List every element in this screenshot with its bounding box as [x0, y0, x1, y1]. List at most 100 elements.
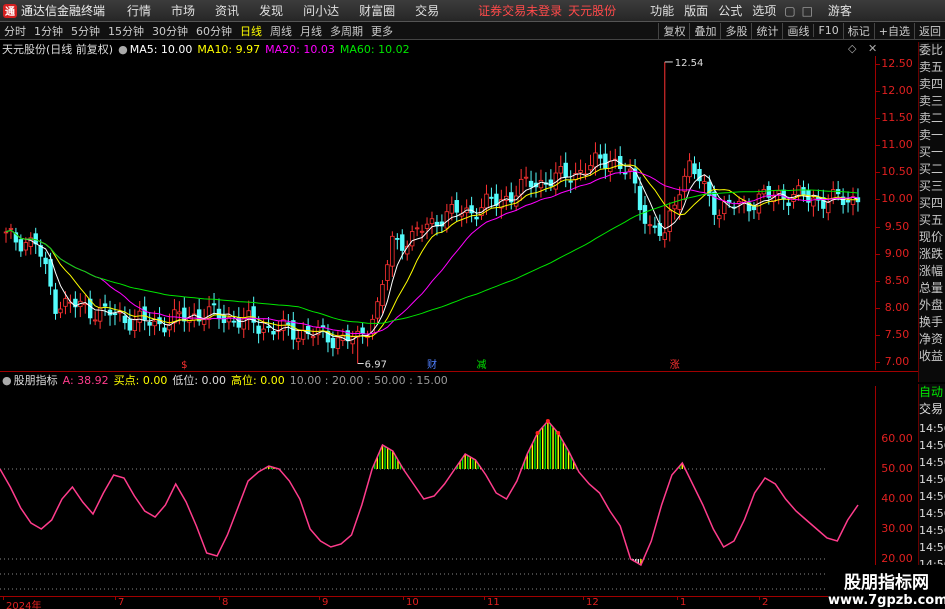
watermark-url: www.7gpzb.com	[828, 593, 945, 608]
candle-body	[390, 235, 395, 267]
candle-body	[63, 298, 68, 307]
login-warning[interactable]: 证券交易未登录	[475, 2, 565, 19]
back-button[interactable]: 返回	[914, 22, 945, 39]
tongji-button[interactable]: 统计	[751, 22, 782, 39]
candle-body	[642, 205, 648, 224]
auto-label[interactable]: 自动	[919, 384, 945, 401]
price-tick-label: 7.00	[884, 354, 910, 368]
price-tick	[876, 280, 880, 282]
quote-field-label: 买三	[919, 179, 944, 193]
period-multi[interactable]: 多周期	[326, 23, 367, 39]
candle-body	[424, 223, 430, 229]
x-axis-label: 9	[322, 597, 329, 608]
duogu-button[interactable]: 多股	[720, 22, 751, 39]
restore-icon[interactable]: □	[799, 4, 816, 18]
low-annotation: 6.97	[365, 360, 387, 370]
add-favorite-button[interactable]: +自选	[873, 22, 914, 39]
price-tick-label: 12.00	[881, 84, 913, 98]
diejia-button[interactable]: 叠加	[689, 22, 720, 39]
price-tick	[876, 91, 880, 93]
menu-wenxiaoda[interactable]: 问小达	[293, 2, 349, 19]
period-toolbar: 分时 1分钟 5分钟 15分钟 30分钟 60分钟 日线 周线 月线 多周期 更…	[0, 22, 945, 40]
period-15min[interactable]: 15分钟	[104, 23, 148, 39]
period-fenshi[interactable]: 分时	[0, 23, 30, 39]
period-monthly[interactable]: 月线	[296, 23, 326, 39]
f10-button[interactable]: F10	[813, 24, 842, 37]
settings-dot-icon[interactable]: ●	[118, 43, 128, 56]
menu-hangqing[interactable]: 行情	[117, 2, 161, 19]
period-5min[interactable]: 5分钟	[67, 23, 104, 39]
candle-body	[786, 202, 791, 206]
price-tick-label: 10.00	[881, 192, 913, 206]
quote-field-label: 委比	[919, 43, 944, 57]
huaxian-button[interactable]: 画线	[782, 22, 813, 39]
x-axis-tick	[319, 596, 320, 600]
candle-body	[712, 191, 717, 215]
price-tick	[876, 226, 880, 228]
menu-xuanxiang[interactable]: 选项	[747, 2, 781, 19]
period-daily[interactable]: 日线	[236, 23, 266, 39]
candle-body	[360, 327, 365, 334]
candle-body	[751, 206, 757, 211]
guest-user[interactable]: 游客	[824, 2, 856, 19]
period-more[interactable]: 更多	[367, 23, 397, 39]
candle-body	[335, 337, 341, 349]
chart-close-icon[interactable]: ✕	[868, 42, 877, 55]
menu-shichang[interactable]: 市场	[161, 2, 205, 19]
menu-jiaoyi[interactable]: 交易	[405, 2, 449, 19]
auto-trade-panel: 自动 交易	[918, 384, 945, 420]
indicator-chart	[0, 419, 859, 590]
fuquan-button[interactable]: 复权	[658, 22, 689, 39]
indicator-a-value: A: 38.92	[62, 373, 109, 387]
candle-body	[211, 303, 217, 306]
trade-label[interactable]: 交易	[919, 401, 945, 418]
period-1min[interactable]: 1分钟	[30, 23, 67, 39]
ma20-label: MA20: 10.03	[265, 42, 335, 56]
chart-settings-icon[interactable]: ◇	[848, 42, 856, 55]
candles	[3, 61, 861, 364]
quote-field-label: 涨跌	[919, 247, 944, 261]
quote-field-label: 卖五	[919, 60, 944, 74]
ma5-label: MA5: 10.00	[129, 42, 193, 56]
price-tick-label: 11.50	[881, 111, 913, 125]
x-axis-label: 2024年	[6, 601, 42, 609]
quote-field-label: 外盘	[919, 298, 944, 312]
indicator-settings-icon[interactable]: ●	[2, 374, 12, 387]
menu-zixun[interactable]: 资讯	[205, 2, 249, 19]
candle-body	[588, 165, 593, 171]
indicator-name: 股朋指标	[13, 374, 58, 387]
candle-body	[513, 195, 519, 207]
x-axis-label: 8	[222, 597, 229, 608]
period-weekly[interactable]: 周线	[266, 23, 296, 39]
indicator-line	[0, 419, 859, 567]
price-tick-label: 8.50	[884, 273, 910, 287]
high-annotation: 12.54	[675, 58, 704, 69]
price-tick-label: 9.00	[884, 246, 910, 260]
candle-body	[652, 225, 658, 228]
ma5-line	[5, 159, 859, 342]
candle-body	[142, 306, 147, 320]
candle-body	[266, 326, 271, 328]
x-axis-tick	[3, 596, 4, 600]
menu-gongshi[interactable]: 公式	[713, 2, 747, 19]
menu-banmian[interactable]: 版面	[679, 2, 713, 19]
candle-body	[400, 234, 405, 251]
candle-body	[627, 168, 633, 172]
indicator-peak-dot	[545, 419, 550, 423]
menu-caifuquan[interactable]: 财富圈	[349, 2, 405, 19]
period-30min[interactable]: 30分钟	[148, 23, 192, 39]
biaoji-button[interactable]: 标记	[842, 22, 874, 39]
minimize-icon[interactable]: ▢	[781, 4, 798, 18]
period-60min[interactable]: 60分钟	[192, 23, 236, 39]
price-tick-label: 8.00	[884, 300, 910, 314]
price-tick-label: 11.00	[881, 138, 913, 152]
menu-faxian[interactable]: 发现	[249, 2, 293, 19]
candle-body	[330, 337, 336, 349]
quote-field-label: 现价	[919, 230, 944, 244]
indicator-high-value: 高位: 0.00	[231, 374, 285, 387]
candle-body	[385, 264, 390, 281]
candle-body	[603, 153, 608, 169]
candlestick-chart: 12.54 6.97 $ 财 减 涨	[3, 58, 861, 370]
event-mark: $	[181, 360, 187, 370]
menu-gongneng[interactable]: 功能	[645, 2, 679, 19]
